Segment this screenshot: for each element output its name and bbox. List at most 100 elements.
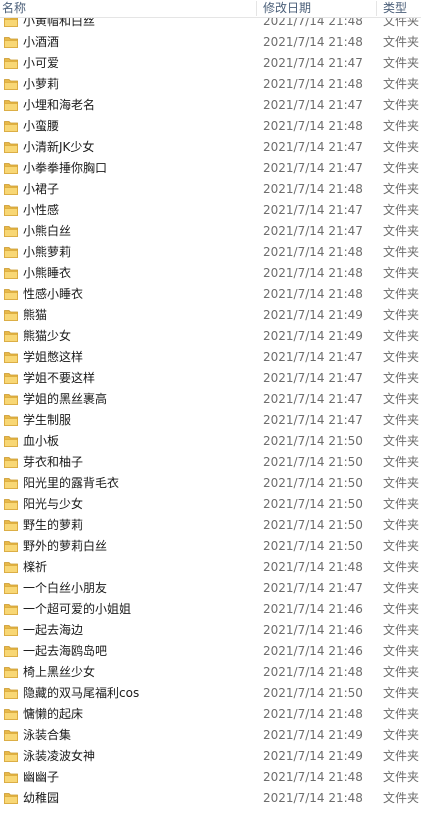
file-row[interactable]: 野外的萝莉白丝 2021/7/14 21:50 文件夹 [0,536,421,557]
file-date: 2021/7/14 21:48 [263,119,363,133]
file-row[interactable]: 学姐不要这样 2021/7/14 21:47 文件夹 [0,368,421,389]
file-date: 2021/7/14 21:48 [263,245,363,259]
folder-icon [4,373,18,384]
folder-icon [4,583,18,594]
file-row[interactable]: 小萝莉 2021/7/14 21:48 文件夹 [0,74,421,95]
file-type: 文件夹 [383,644,420,658]
file-row[interactable]: 泳装合集 2021/7/14 21:49 文件夹 [0,725,421,746]
file-row[interactable]: 一个超可爱的小姐姐 2021/7/14 21:46 文件夹 [0,599,421,620]
file-date: 2021/7/14 21:47 [263,140,363,154]
file-row[interactable]: 泳装凌波女神 2021/7/14 21:49 文件夹 [0,746,421,767]
file-name: 一个白丝小朋友 [23,581,108,595]
file-name: 阳光与少女 [23,497,84,511]
file-row[interactable]: 阳光里的露背毛衣 2021/7/14 21:50 文件夹 [0,473,421,494]
folder-icon [4,268,18,279]
file-type: 文件夹 [383,665,420,679]
folder-icon [4,205,18,216]
file-date: 2021/7/14 21:47 [263,203,363,217]
file-name: 小可爱 [23,56,60,70]
file-row[interactable]: 熊猫 2021/7/14 21:49 文件夹 [0,305,421,326]
file-row[interactable]: 阳光与少女 2021/7/14 21:50 文件夹 [0,494,421,515]
file-row[interactable]: 野生的萝莉 2021/7/14 21:50 文件夹 [0,515,421,536]
file-row[interactable]: 檪祈 2021/7/14 21:48 文件夹 [0,557,421,578]
file-row[interactable]: 小裙子 2021/7/14 21:48 文件夹 [0,179,421,200]
file-type: 文件夹 [383,224,420,238]
file-type: 文件夹 [383,308,420,322]
file-row[interactable]: 一起去海鸥岛吧 2021/7/14 21:46 文件夹 [0,641,421,662]
file-name: 小埋和海老名 [23,98,96,112]
file-date: 2021/7/14 21:48 [263,707,363,721]
file-date: 2021/7/14 21:47 [263,161,363,175]
folder-icon [4,541,18,552]
file-explorer-window: 小黄帽和白丝 2021/7/14 21:48 文件夹 小酒酒 2021/7/14 21:… [0,0,421,815]
file-row[interactable]: 小性感 2021/7/14 21:47 文件夹 [0,200,421,221]
file-row[interactable]: 熊猫少女 2021/7/14 21:49 文件夹 [0,326,421,347]
folder-icon [4,457,18,468]
file-date: 2021/7/14 21:47 [263,371,363,385]
file-type: 文件夹 [383,518,420,532]
file-row[interactable]: 学姐憋这样 2021/7/14 21:47 文件夹 [0,347,421,368]
folder-icon [4,226,18,237]
file-list: 小黄帽和白丝 2021/7/14 21:48 文件夹 小酒酒 2021/7/14 21:… [0,11,421,815]
file-name: 小清新JK少女 [23,140,95,154]
file-row[interactable]: 小熊萝莉 2021/7/14 21:48 文件夹 [0,242,421,263]
file-row[interactable]: 慵懒的起床 2021/7/14 21:48 文件夹 [0,704,421,725]
file-type: 文件夹 [383,182,420,196]
file-name: 泳装合集 [23,728,72,742]
file-date: 2021/7/14 21:50 [263,476,363,490]
file-row[interactable]: 隐藏的双马尾福利cos 2021/7/14 21:50 文件夹 [0,683,421,704]
file-type: 文件夹 [383,35,420,49]
folder-icon [4,793,18,804]
file-row[interactable]: 学生制服 2021/7/14 21:47 文件夹 [0,410,421,431]
file-type: 文件夹 [383,707,420,721]
file-row[interactable]: 小清新JK少女 2021/7/14 21:47 文件夹 [0,137,421,158]
file-row[interactable]: 小熊白丝 2021/7/14 21:47 文件夹 [0,221,421,242]
file-date: 2021/7/14 21:49 [263,329,363,343]
file-date: 2021/7/14 21:48 [263,791,363,805]
column-divider[interactable] [376,1,377,16]
column-header-type[interactable]: 类型 [383,0,407,17]
folder-icon [4,688,18,699]
column-header-date[interactable]: 修改日期 [263,0,311,17]
folder-icon [4,562,18,573]
file-type: 文件夹 [383,770,420,784]
file-row[interactable]: 一起去海边 2021/7/14 21:46 文件夹 [0,620,421,641]
file-row[interactable]: 小埋和海老名 2021/7/14 21:47 文件夹 [0,95,421,116]
file-name: 小熊萝莉 [23,245,72,259]
file-row[interactable]: 小蛮腰 2021/7/14 21:48 文件夹 [0,116,421,137]
file-row[interactable]: 小可爱 2021/7/14 21:47 文件夹 [0,53,421,74]
file-row[interactable]: 椅上黑丝少女 2021/7/14 21:48 文件夹 [0,662,421,683]
file-type: 文件夹 [383,791,420,805]
column-header-name[interactable]: 名称 [2,0,26,17]
file-type: 文件夹 [383,686,420,700]
file-date: 2021/7/14 21:47 [263,224,363,238]
folder-icon [4,709,18,720]
file-row[interactable]: 学姐的黑丝裹高 2021/7/14 21:47 文件夹 [0,389,421,410]
file-type: 文件夹 [383,350,420,364]
file-row[interactable]: 小熊睡衣 2021/7/14 21:48 文件夹 [0,263,421,284]
file-row[interactable]: 小拳拳捶你胸口 2021/7/14 21:47 文件夹 [0,158,421,179]
file-row[interactable]: 芽衣和柚子 2021/7/14 21:50 文件夹 [0,452,421,473]
folder-icon [4,79,18,90]
file-date: 2021/7/14 21:48 [263,287,363,301]
file-name: 小性感 [23,203,60,217]
file-name: 野外的萝莉白丝 [23,539,108,553]
file-date: 2021/7/14 21:48 [263,665,363,679]
file-row[interactable]: 幼稚园 2021/7/14 21:48 文件夹 [0,788,421,809]
file-type: 文件夹 [383,560,420,574]
file-row[interactable]: 一个白丝小朋友 2021/7/14 21:47 文件夹 [0,578,421,599]
column-divider[interactable] [256,1,257,16]
file-date: 2021/7/14 21:47 [263,98,363,112]
file-name: 小熊白丝 [23,224,72,238]
folder-icon [4,37,18,48]
folder-icon [4,352,18,363]
file-row[interactable]: 血小板 2021/7/14 21:50 文件夹 [0,431,421,452]
folder-icon [4,58,18,69]
file-row[interactable]: 小酒酒 2021/7/14 21:48 文件夹 [0,32,421,53]
file-row[interactable]: 性感小睡衣 2021/7/14 21:48 文件夹 [0,284,421,305]
file-date: 2021/7/14 21:46 [263,623,363,637]
folder-icon [4,121,18,132]
file-row[interactable]: 幽幽子 2021/7/14 21:48 文件夹 [0,767,421,788]
folder-icon [4,667,18,678]
file-type: 文件夹 [383,140,420,154]
